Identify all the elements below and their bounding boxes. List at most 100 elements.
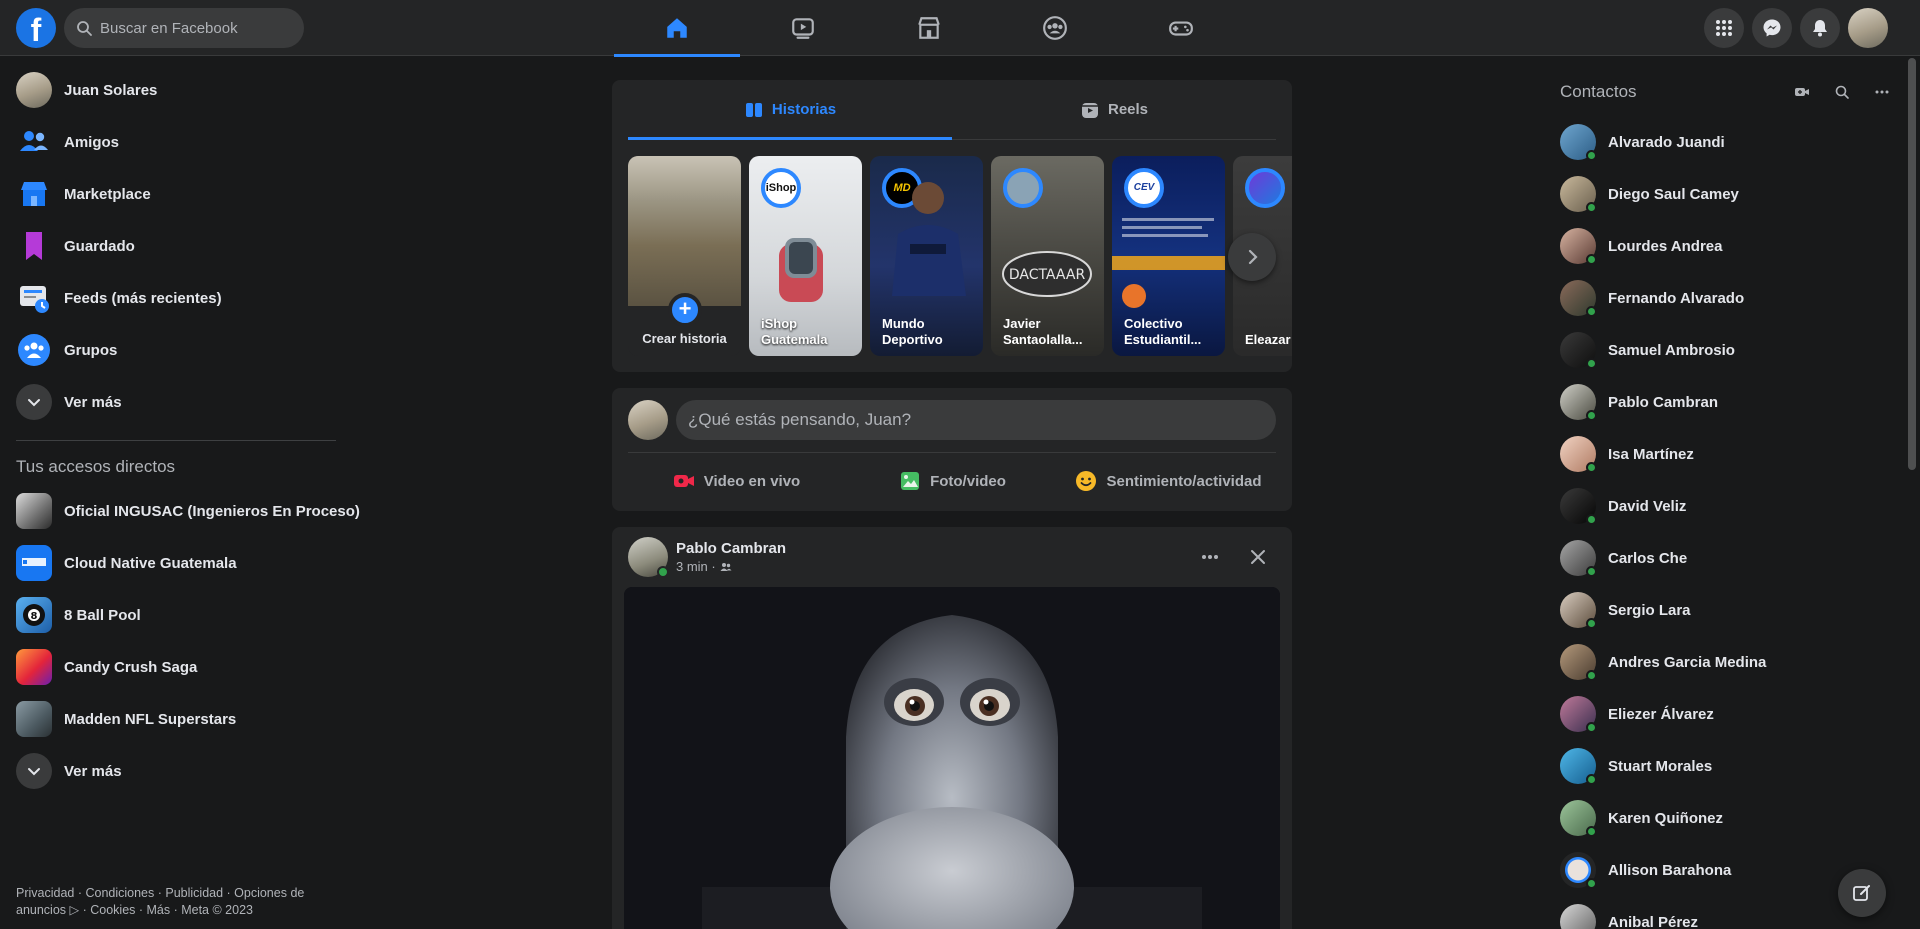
gaming-icon (1169, 21, 1193, 36)
page-scrollbar[interactable] (1904, 56, 1920, 929)
online-indicator (1586, 358, 1597, 369)
contact-item[interactable]: Lourdes Andrea (1544, 220, 1904, 272)
contact-item[interactable]: Pablo Cambran (1544, 376, 1904, 428)
contact-item[interactable]: Eliezer Álvarez (1544, 688, 1904, 740)
story-avatar (1245, 168, 1285, 208)
shortcut-item[interactable]: Madden NFL Superstars (8, 693, 352, 745)
shortcut-label: Candy Crush Saga (64, 658, 198, 676)
smiley-icon (1076, 471, 1097, 491)
shortcut-item[interactable]: 8 8 Ball Pool (8, 589, 352, 641)
avatar (1560, 228, 1597, 265)
sidebar-item-friends[interactable]: Amigos (8, 116, 352, 168)
tab-gaming[interactable] (1118, 0, 1244, 56)
tab-reels[interactable]: Reels (952, 80, 1276, 139)
feeling-activity-button[interactable]: Sentimiento/actividad (1060, 461, 1276, 501)
avatar[interactable] (628, 400, 668, 440)
story-name: Eleazar M (1245, 332, 1292, 347)
shortcut-item[interactable]: Cloud Native Guatemala (8, 537, 352, 589)
composer-input[interactable]: ¿Qué estás pensando, Juan? (676, 400, 1276, 440)
online-indicator (1586, 618, 1597, 629)
story-card[interactable]: DACTAAAR Javier Santaolalla... (991, 156, 1104, 356)
footer-links[interactable]: Privacidad · Condiciones · Publicidad · … (16, 885, 336, 919)
online-indicator (1586, 306, 1597, 317)
messenger-button[interactable] (1752, 8, 1792, 48)
composer-placeholder: ¿Qué estás pensando, Juan? (688, 410, 912, 429)
contact-item[interactable]: Carlos Che (1544, 532, 1904, 584)
post-author[interactable]: Pablo Cambran (676, 540, 786, 557)
sidebar-item-marketplace[interactable]: Marketplace (8, 168, 352, 220)
menu-button[interactable] (1704, 8, 1744, 48)
post-options-button[interactable] (1192, 539, 1228, 575)
tab-groups[interactable] (992, 0, 1118, 56)
new-room-button[interactable] (1788, 78, 1816, 106)
contact-item[interactable]: Andres Garcia Medina (1544, 636, 1904, 688)
contact-item[interactable]: Stuart Morales (1544, 740, 1904, 792)
donkey-face-image (624, 587, 1280, 929)
online-indicator (1586, 878, 1597, 889)
post-time[interactable]: 3 min · (676, 559, 716, 574)
groups-icon (16, 332, 52, 368)
photo-video-button[interactable]: Foto/video (844, 461, 1060, 501)
chevron-right-icon (1248, 249, 1258, 265)
contact-name: Diego Saul Camey (1608, 185, 1739, 203)
story-name: Mundo Deportivo (882, 316, 943, 347)
contact-item[interactable]: Karen Quiñonez (1544, 792, 1904, 844)
contacts-options-button[interactable] (1868, 78, 1896, 106)
post-image[interactable] (624, 587, 1280, 929)
story-card[interactable]: iShop iShop Guatemala (749, 156, 862, 356)
contact-item[interactable]: Samuel Ambrosio (1544, 324, 1904, 376)
tab-home[interactable] (614, 0, 740, 57)
shortcut-item[interactable]: Candy Crush Saga (8, 641, 352, 693)
create-story-card[interactable]: + Crear historia (628, 156, 741, 356)
account-avatar[interactable] (1848, 8, 1888, 48)
contact-item[interactable]: Diego Saul Camey (1544, 168, 1904, 220)
avatar[interactable] (628, 537, 669, 578)
sidebar-item-saved[interactable]: Guardado (8, 220, 352, 272)
story-card[interactable]: MD Mundo Deportivo (870, 156, 983, 356)
svg-text:8: 8 (31, 611, 38, 622)
notifications-button[interactable] (1800, 8, 1840, 48)
tab-marketplace[interactable] (866, 0, 992, 56)
friends-icon (16, 124, 52, 160)
sidebar-item-see-more[interactable]: Ver más (8, 376, 352, 428)
contact-item[interactable]: Alvarado Juandi (1544, 116, 1904, 168)
game-thumbnail: 8 (16, 597, 52, 633)
search-input[interactable]: Buscar en Facebook (64, 8, 304, 48)
scrollbar-thumb[interactable] (1908, 58, 1916, 470)
contact-item[interactable]: Sergio Lara (1544, 584, 1904, 636)
sidebar-item-profile[interactable]: Juan Solares (8, 64, 352, 116)
avatar (1560, 696, 1597, 733)
action-label: Video en vivo (703, 472, 801, 490)
story-name: Colectivo Estudiantil... (1124, 316, 1202, 347)
sidebar-item-label: Ver más (64, 393, 122, 411)
sidebar-item-label: Grupos (64, 341, 118, 359)
contact-name: Carlos Che (1608, 549, 1688, 567)
contact-name: Isa Martínez (1608, 445, 1694, 463)
avatar (1560, 436, 1597, 473)
game-thumbnail (16, 701, 52, 737)
top-navigation-bar: f Buscar en Facebook (0, 0, 1920, 57)
shortcut-item[interactable]: Oficial INGUSAC (Ingenieros En Proceso) (8, 485, 360, 537)
story-card[interactable]: CEV Colectivo Estudiantil... (1112, 156, 1225, 356)
shortcuts-see-more[interactable]: Ver más (8, 745, 352, 797)
sidebar-item-groups[interactable]: Grupos (8, 324, 352, 376)
groups-icon (1043, 16, 1067, 40)
contact-item[interactable]: Fernando Alvarado (1544, 272, 1904, 324)
search-contacts-button[interactable] (1828, 78, 1856, 106)
tab-watch[interactable] (740, 0, 866, 56)
shortcut-label: Oficial INGUSAC (Ingenieros En Proceso) (64, 502, 360, 520)
post-timestamp: 3 min · (676, 559, 786, 574)
svg-text:DACTAAAR: DACTAAAR (1009, 267, 1086, 283)
sidebar-item-feeds[interactable]: Feeds (más recientes) (8, 272, 352, 324)
contact-item[interactable]: David Veliz (1544, 480, 1904, 532)
new-message-button[interactable] (1838, 869, 1886, 917)
tab-stories[interactable]: Historias (628, 80, 952, 140)
hide-post-button[interactable] (1240, 539, 1276, 575)
create-story-photo (628, 156, 741, 306)
stories-next-button[interactable] (1228, 233, 1276, 281)
main-nav-tabs (614, 0, 1244, 57)
facebook-logo[interactable]: f (16, 8, 56, 48)
contact-item[interactable]: Isa Martínez (1544, 428, 1904, 480)
live-video-button[interactable]: Video en vivo (628, 461, 844, 501)
contact-name: Fernando Alvarado (1608, 289, 1745, 307)
